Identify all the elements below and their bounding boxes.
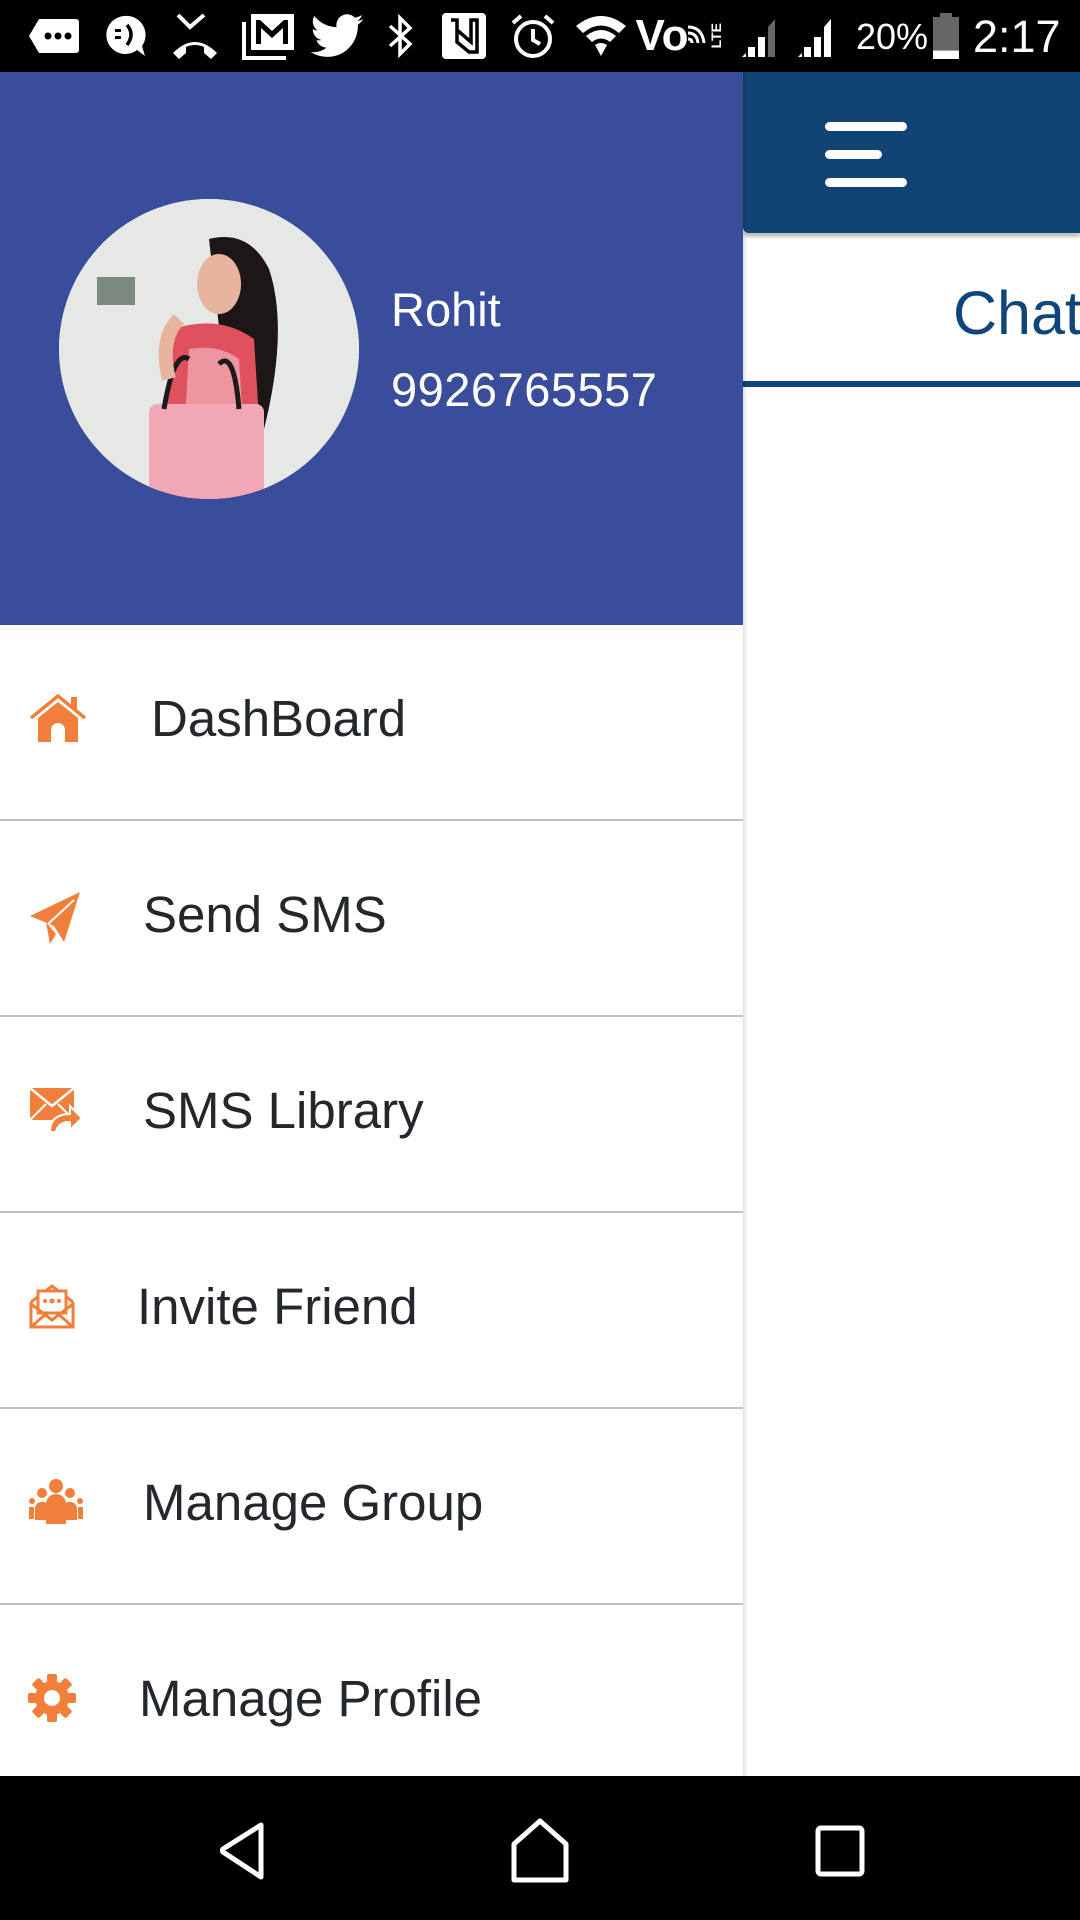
- open-envelope-icon: [28, 1282, 86, 1340]
- gmail-icon: [242, 10, 296, 62]
- nfc-icon: [440, 10, 488, 62]
- menu-label: DashBoard: [151, 690, 407, 747]
- twitter-icon: [310, 10, 364, 62]
- tab-chat-label: Chat: [953, 279, 1080, 347]
- drawer-header: Rohit 9926765557: [0, 72, 743, 625]
- drawer-menu: DashBoard Send SMS SMS Library Invite Fr…: [0, 625, 743, 1777]
- bluetooth-icon: [384, 10, 418, 62]
- paper-plane-icon: [28, 890, 86, 948]
- menu-label: Send SMS: [143, 886, 387, 943]
- app-toolbar: [743, 72, 1080, 233]
- signal-2-icon: [796, 10, 840, 62]
- back-icon[interactable]: [202, 1816, 282, 1886]
- menu-label: Invite Friend: [137, 1278, 418, 1335]
- missed-call-icon: [170, 10, 220, 62]
- tab-chat[interactable]: Chat: [743, 240, 1080, 387]
- home-nav-icon[interactable]: [500, 1816, 580, 1886]
- clock: 2:17: [973, 11, 1061, 62]
- more-messages-icon: [28, 10, 80, 62]
- navigation-drawer: Rohit 9926765557 DashBoard Send SMS SMS …: [0, 72, 743, 1776]
- hamburger-menu-icon[interactable]: [825, 122, 909, 188]
- user-name: Rohit: [391, 283, 501, 336]
- menu-item-manage-group[interactable]: Manage Group: [0, 1409, 743, 1605]
- menu-item-send-sms[interactable]: Send SMS: [0, 821, 743, 1017]
- wifi-icon: [574, 10, 628, 62]
- status-bar: Vo LTE 20% 2:17: [0, 0, 1080, 72]
- chat-bubble-icon: [103, 10, 147, 62]
- menu-item-sms-library[interactable]: SMS Library: [0, 1017, 743, 1213]
- user-phone: 9926765557: [391, 363, 658, 416]
- avatar[interactable]: [59, 199, 359, 499]
- alarm-icon: [508, 10, 558, 62]
- signal-1-icon: [740, 10, 784, 62]
- battery-icon: [932, 10, 960, 62]
- group-icon: [28, 1478, 86, 1536]
- gear-icon: [28, 1674, 86, 1732]
- profile-photo: [59, 199, 359, 499]
- menu-item-dashboard[interactable]: DashBoard: [0, 625, 743, 821]
- envelope-forward-icon: [28, 1086, 86, 1144]
- menu-item-invite-friend[interactable]: Invite Friend: [0, 1213, 743, 1409]
- tab-indicator: [743, 381, 1080, 387]
- recents-icon[interactable]: [800, 1816, 880, 1886]
- home-icon: [28, 693, 87, 752]
- volte-icon: Vo LTE: [635, 11, 725, 60]
- system-nav-bar: [0, 1776, 1080, 1920]
- menu-label: Manage Profile: [139, 1670, 483, 1727]
- menu-item-manage-profile[interactable]: Manage Profile: [0, 1605, 743, 1777]
- battery-percent: 20%: [856, 16, 929, 57]
- menu-label: Manage Group: [143, 1474, 484, 1531]
- menu-label: SMS Library: [143, 1082, 424, 1139]
